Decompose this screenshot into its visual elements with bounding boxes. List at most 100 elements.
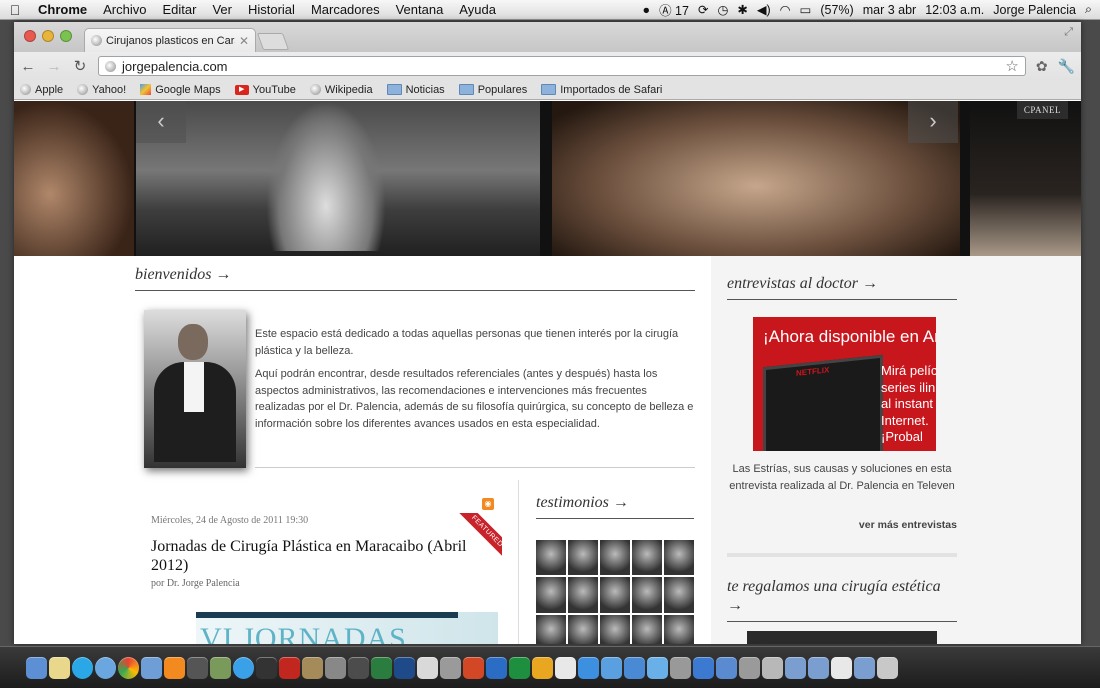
testimonial-thumbnail[interactable] [664, 614, 694, 644]
trash-icon[interactable] [877, 656, 898, 679]
photos-icon[interactable] [302, 656, 323, 679]
testimonial-thumbnail[interactable] [600, 614, 630, 644]
utility-icon[interactable] [670, 656, 691, 679]
menu-historial[interactable]: Historial [240, 2, 303, 17]
slider-next-button[interactable]: › [908, 101, 958, 143]
testimonial-thumbnail[interactable] [568, 540, 598, 576]
powerpoint-icon[interactable] [463, 656, 484, 679]
menubar-user[interactable]: Jorge Palencia [993, 3, 1076, 17]
cpanel-button[interactable]: CPANEL [1016, 101, 1068, 119]
time-machine-icon[interactable]: ◷ [717, 2, 728, 17]
wrench-menu-icon[interactable]: 🔧 [1058, 58, 1075, 75]
acrobat-icon[interactable] [417, 656, 438, 679]
testimonial-thumbnail[interactable] [664, 577, 694, 613]
system-preferences-icon[interactable] [440, 656, 461, 679]
minimize-window-button[interactable] [42, 30, 54, 42]
preview-icon[interactable] [762, 656, 783, 679]
bluetooth-icon[interactable]: ✱ [737, 2, 747, 17]
page-info-icon[interactable] [105, 60, 116, 72]
rss-icon[interactable]: ◉ [482, 498, 494, 510]
iphoto-icon[interactable] [210, 656, 231, 679]
testimonial-thumbnail[interactable] [536, 577, 566, 613]
volume-icon[interactable]: ◀) [757, 2, 771, 17]
excel-icon[interactable] [509, 656, 530, 679]
sync-icon[interactable]: ⟳ [698, 2, 708, 17]
downloads-icon[interactable] [693, 656, 714, 679]
bookmark-wikipedia[interactable]: Wikipedia [309, 84, 373, 96]
apple-menu-icon[interactable]:  [0, 2, 30, 18]
battery-icon[interactable]: ▭ [800, 2, 812, 17]
address-bar-url[interactable]: jorgepalencia.com [122, 59, 228, 74]
messages-icon[interactable] [647, 656, 668, 679]
menu-ayuda[interactable]: Ayuda [451, 2, 504, 17]
post-image[interactable]: VI JORNADAS [196, 612, 498, 644]
testimonial-thumbnail[interactable] [600, 577, 630, 613]
reload-button[interactable]: ↻ [72, 57, 88, 75]
textedit-icon[interactable] [555, 656, 576, 679]
testimonial-thumbnail[interactable] [568, 577, 598, 613]
adobe-status-icon[interactable]: Ⓐ 17 [659, 0, 689, 19]
applications-folder-icon[interactable] [785, 656, 806, 679]
forward-button[interactable]: → [46, 58, 62, 75]
testimonial-thumbnail[interactable] [600, 540, 630, 576]
app-store-icon[interactable] [624, 656, 645, 679]
documents-folder-icon[interactable] [808, 656, 829, 679]
chrome-icon[interactable] [118, 656, 139, 679]
menubar-date[interactable]: mar 3 abr [863, 3, 917, 17]
notes-icon[interactable] [49, 656, 70, 679]
word-icon[interactable] [486, 656, 507, 679]
testimonios-heading[interactable]: testimonios → [536, 494, 694, 519]
activity-monitor-icon[interactable] [371, 656, 392, 679]
post-title-link[interactable]: Jornadas de Cirugía Plástica en Maracaib… [151, 537, 491, 575]
dropbox-icon[interactable] [578, 656, 599, 679]
menubar-time[interactable]: 12:03 a.m. [925, 3, 984, 17]
status-circle-icon[interactable]: ● [643, 3, 651, 17]
testimonial-thumbnail[interactable] [568, 614, 598, 644]
itunes-icon[interactable] [233, 656, 254, 679]
extension-icon[interactable]: ✿ [1036, 58, 1048, 75]
testimonial-thumbnail[interactable] [664, 540, 694, 576]
menu-ver[interactable]: Ver [204, 2, 240, 17]
vlc-icon[interactable] [164, 656, 185, 679]
tab-close-icon[interactable]: ✕ [239, 34, 249, 48]
bookmark-apple[interactable]: Apple [20, 84, 63, 96]
skype-icon[interactable] [72, 656, 93, 679]
address-bar[interactable]: jorgepalencia.com ☆ [98, 56, 1026, 76]
bookmark-folder-populares[interactable]: Populares [458, 84, 527, 96]
network-icon[interactable] [601, 656, 622, 679]
bookmark-yahoo[interactable]: Yahoo! [77, 84, 126, 96]
menu-marcadores[interactable]: Marcadores [303, 2, 388, 17]
regalo-image[interactable] [747, 631, 937, 644]
bookmark-folder-safari[interactable]: Importados de Safari [541, 84, 662, 96]
testimonial-thumbnail[interactable] [536, 614, 566, 644]
spotlight-icon[interactable]: ⌕ [1085, 2, 1092, 17]
zoom-window-button[interactable] [60, 30, 72, 42]
new-tab-button[interactable] [256, 33, 290, 50]
facetime-icon[interactable] [141, 656, 162, 679]
close-window-button[interactable] [24, 30, 36, 42]
bookmark-star-icon[interactable]: ☆ [1005, 57, 1018, 75]
photo-booth-icon[interactable] [739, 656, 760, 679]
bookmark-google-maps[interactable]: Google Maps [140, 84, 221, 96]
finder-icon[interactable] [26, 656, 47, 679]
testimonial-thumbnail[interactable] [536, 540, 566, 576]
slider-prev-button[interactable]: ‹ [136, 101, 186, 143]
app-icon[interactable] [279, 656, 300, 679]
fullscreen-icon[interactable]: ⤢ [1064, 26, 1073, 39]
camera-icon[interactable] [187, 656, 208, 679]
entrevistas-heading[interactable]: entrevistas al doctor → [727, 275, 957, 300]
wifi-icon[interactable]: ◠ [780, 2, 791, 17]
more-interviews-link[interactable]: ver más entrevistas [727, 519, 957, 531]
testimonial-thumbnail[interactable] [632, 540, 662, 576]
welcome-heading[interactable]: bienvenidos → [135, 266, 695, 291]
photoshop-icon[interactable] [394, 656, 415, 679]
testimonial-thumbnail[interactable] [632, 614, 662, 644]
blackberry-icon[interactable] [256, 656, 277, 679]
menu-ventana[interactable]: Ventana [388, 2, 452, 17]
screen-share-icon[interactable] [716, 656, 737, 679]
menu-app-chrome[interactable]: Chrome [30, 2, 95, 17]
safari-icon[interactable] [95, 656, 116, 679]
regalo-heading[interactable]: te regalamos una cirugía estética → [727, 577, 957, 622]
netflix-ad[interactable]: ¡Ahora disponible en Ar NETFLIX Mirá pel… [753, 317, 936, 451]
browser-tab-active[interactable]: Cirujanos plasticos en Caracas ✕ [84, 28, 256, 52]
